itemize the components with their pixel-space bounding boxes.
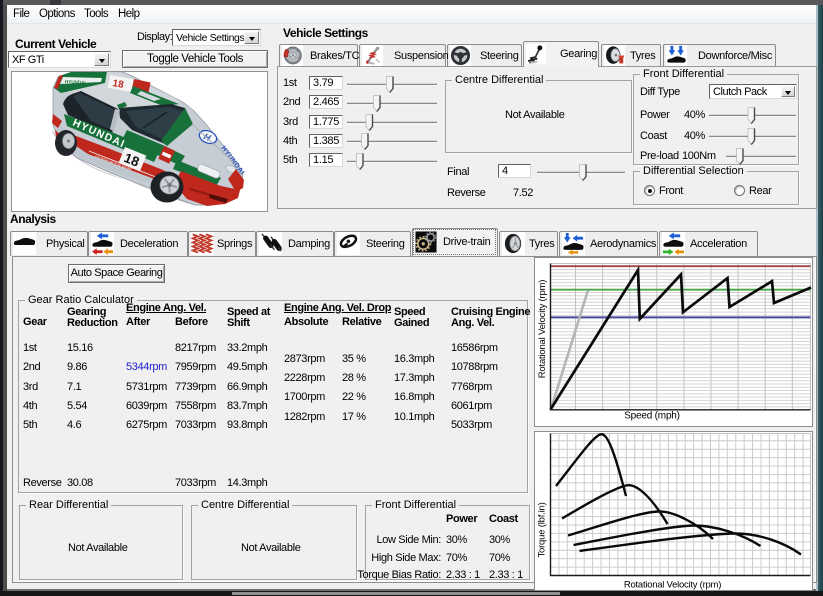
svg-text:Rotational Velocity (rpm): Rotational Velocity (rpm) [624, 580, 721, 591]
svg-text:Speed (mph): Speed (mph) [624, 411, 680, 422]
svg-text:Torque (lbf.in): Torque (lbf.in) [537, 502, 548, 557]
svg-text:Rotational Velocity (rpm): Rotational Velocity (rpm) [537, 280, 548, 379]
